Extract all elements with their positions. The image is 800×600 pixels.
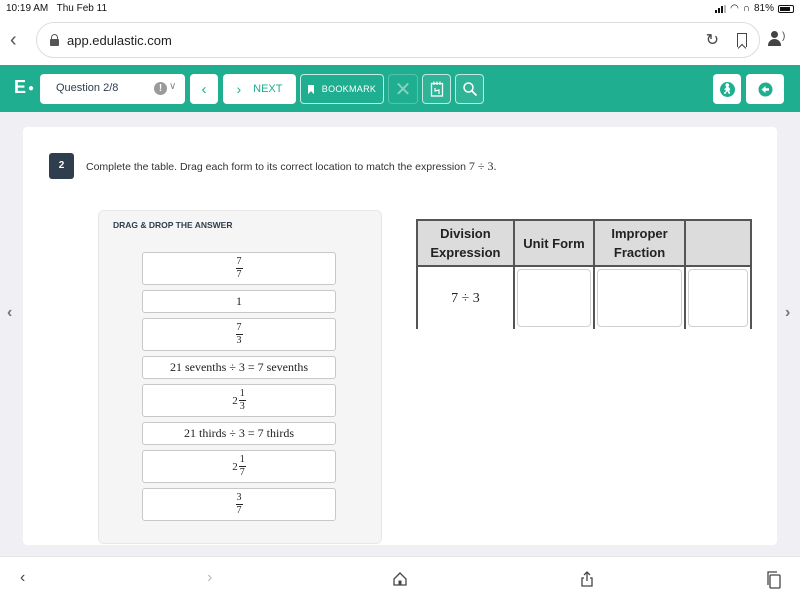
fraction: 37 — [235, 492, 243, 516]
question-select-label: Question 2/8 — [56, 82, 119, 94]
share-icon[interactable] — [580, 571, 594, 587]
drag-option[interactable]: 217 — [142, 450, 336, 483]
numerator: 1 — [239, 454, 245, 465]
lock-icon — [50, 34, 59, 46]
drag-drop-title: DRAG & DROP THE ANSWER — [113, 220, 233, 230]
mixed-number: 213 — [232, 389, 246, 412]
bookmark-button[interactable]: BOOKMARK — [300, 74, 384, 104]
bookmark-page-icon[interactable] — [737, 33, 747, 47]
speaker-reader-icon[interactable]: ) — [768, 31, 790, 49]
question-prompt: Complete the table. Drag each form to it… — [86, 159, 497, 173]
cell-unit-form — [512, 265, 596, 329]
dropzone-unit-form[interactable] — [516, 269, 592, 327]
status-time: 10:19 AM Thu Feb 11 — [6, 3, 108, 14]
cell-improper-fraction — [593, 265, 686, 329]
scratchpad-button[interactable] — [422, 74, 451, 104]
denominator: 3 — [236, 335, 242, 346]
drag-option[interactable]: 1 — [142, 290, 336, 313]
browser-url-row: ‹ app.edulastic.com ↻ ) — [0, 20, 800, 62]
cell-division-expression: 7 ÷ 3 — [416, 265, 515, 329]
table-header-row: Division Expression Unit Form Improper Fra… — [416, 219, 752, 267]
next-label: NEXT — [253, 83, 283, 95]
previous-button[interactable]: ‹ — [190, 74, 218, 104]
whole-part: 2 — [232, 394, 238, 407]
url-text[interactable]: app.edulastic.com — [67, 33, 172, 48]
header-improper-fraction: Improper Fraction — [593, 219, 686, 267]
numerator: 7 — [236, 322, 242, 333]
chevron-left-icon: ‹ — [201, 80, 207, 98]
next-question-arrow-icon[interactable]: › — [785, 304, 790, 322]
header-division-expression: Division Expression — [416, 219, 515, 267]
headphones-icon: ∩ — [742, 3, 750, 14]
option-text: 21 sevenths ÷ 3 = 7 sevenths — [169, 360, 308, 374]
answer-table-wrapper: Division Expression Unit Form Improper Fra… — [416, 219, 752, 329]
answer-table: Division Expression Unit Form Improper Fra… — [416, 219, 752, 329]
drag-option[interactable]: 77 — [142, 252, 336, 285]
option-text: 1 — [236, 294, 242, 308]
drag-drop-panel: DRAG & DROP THE ANSWER 7 7 1 7 3 21 sevenths … — [98, 210, 382, 544]
browser-forward-button-icon[interactable]: › — [207, 569, 212, 587]
previous-question-arrow-icon[interactable]: ‹ — [7, 304, 12, 322]
next-button[interactable]: › NEXT — [223, 74, 296, 104]
bookmark-label: BOOKMARK — [321, 84, 377, 94]
drag-option[interactable]: 21 sevenths ÷ 3 = 7 sevenths — [142, 356, 336, 379]
option-text: 21 thirds ÷ 3 = 7 thirds — [183, 426, 295, 440]
browser-bottom-bar: ‹ › — [0, 556, 800, 600]
address-bar[interactable]: app.edulastic.com ↻ — [36, 22, 760, 58]
accessibility-button[interactable]: 🚶︎ — [713, 74, 741, 104]
fraction: 13 — [238, 388, 246, 412]
chevron-right-icon: › — [236, 81, 242, 97]
prompt-expression: 7 ÷ 3. — [468, 159, 497, 173]
alert-icon: ! — [154, 82, 167, 95]
cell-hidden-column — [683, 265, 752, 329]
close-icon: ✕ — [394, 78, 412, 101]
edulastic-logo: E ● — [14, 77, 35, 97]
table-row: 7 ÷ 3 — [416, 265, 752, 329]
browser-back-icon[interactable]: ‹ — [10, 30, 17, 50]
question-select[interactable]: Question 2/8 ! ∨ — [40, 74, 185, 104]
mixed-number: 217 — [232, 455, 246, 478]
home-icon[interactable] — [393, 572, 407, 586]
question-number-badge: 2 — [49, 153, 74, 179]
dropzone-improper-fraction[interactable] — [597, 269, 682, 327]
browser-back-button-icon[interactable]: ‹ — [20, 569, 25, 587]
denominator: 7 — [236, 505, 242, 516]
accessibility-icon: 🚶︎ — [719, 81, 735, 97]
battery-icon — [778, 4, 794, 13]
app-toolbar: E ● Question 2/8 ! ∨ ‹ › NEXT BOOKMARK ✕ … — [0, 65, 800, 112]
magnifier-icon — [462, 82, 477, 97]
drag-option[interactable]: 73 — [142, 318, 336, 351]
tabs-icon[interactable] — [766, 571, 782, 589]
drag-option[interactable]: 37 — [142, 488, 336, 521]
bookmark-icon — [307, 84, 314, 94]
status-right: ◠ ∩ 81% — [715, 3, 794, 14]
drag-option[interactable]: 21 thirds ÷ 3 = 7 thirds — [142, 422, 336, 445]
header-unit-form: Unit Form — [512, 219, 596, 267]
exit-icon — [758, 82, 772, 96]
scratchpad-icon — [430, 81, 443, 97]
denominator: 7 — [239, 467, 245, 478]
magnifier-button[interactable] — [455, 74, 484, 104]
numerator: 1 — [239, 388, 245, 399]
numerator: 3 — [236, 492, 242, 503]
dropzone-hidden-column[interactable] — [687, 269, 748, 327]
denominator: 7 — [236, 269, 242, 280]
fraction: 17 — [238, 454, 246, 478]
cellular-signal-icon — [715, 4, 727, 13]
battery-fill — [780, 6, 790, 11]
ios-status-bar: 10:19 AM Thu Feb 11 ◠ ∩ 81% — [0, 0, 800, 18]
chevron-down-icon: ∨ — [169, 81, 177, 92]
clear-answer-button[interactable]: ✕ — [388, 74, 418, 104]
fraction: 73 — [235, 322, 243, 346]
reload-icon[interactable]: ↻ — [706, 30, 719, 50]
fraction: 77 — [235, 256, 243, 280]
header-hidden-column — [683, 219, 752, 267]
battery-percent: 81% — [753, 3, 774, 14]
wifi-icon: ◠ — [730, 3, 739, 14]
whole-part: 2 — [232, 460, 238, 473]
exit-button[interactable] — [746, 74, 784, 104]
numerator: 7 — [236, 256, 242, 267]
drag-option[interactable]: 213 — [142, 384, 336, 417]
denominator: 3 — [239, 401, 245, 412]
